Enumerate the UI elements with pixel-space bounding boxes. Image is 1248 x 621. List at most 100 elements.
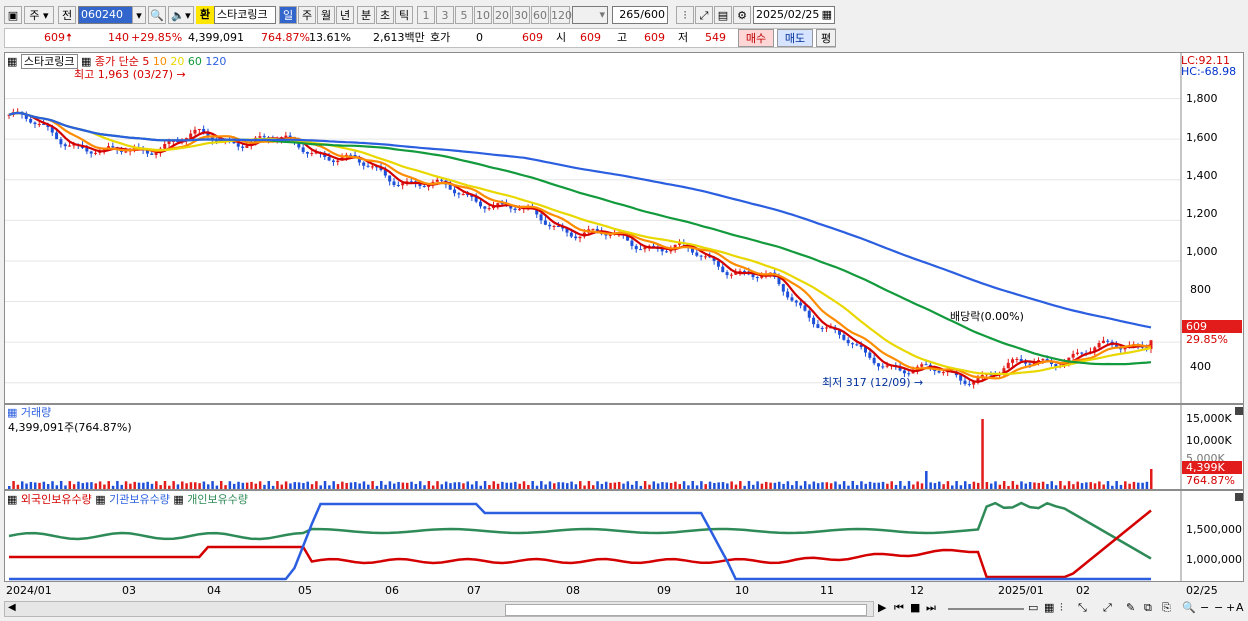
period-tab-minute[interactable]: 분 — [357, 6, 375, 24]
code-dropdown-icon[interactable]: ▾ — [132, 6, 146, 24]
volume-bar — [168, 485, 171, 489]
interval-20[interactable]: 20 — [493, 6, 511, 24]
tools-icon[interactable]: ⤡ — [1078, 601, 1087, 615]
interval-5[interactable]: 5 — [455, 6, 473, 24]
prev-button[interactable]: 전 — [58, 6, 76, 24]
volume-bar — [617, 481, 621, 489]
y-tick: 1,000 — [1186, 245, 1218, 258]
horizontal-scrollbar[interactable]: ◀ — [4, 601, 874, 617]
zoom-slider[interactable] — [948, 608, 1024, 610]
scroll-left-icon[interactable]: ◀ — [8, 602, 16, 613]
candle-body — [725, 272, 729, 276]
up-arrow-icon: 🠅 — [66, 31, 73, 44]
stock-name-field[interactable]: 스타코링크 — [214, 6, 276, 24]
x-label: 11 — [820, 584, 834, 597]
export-icon[interactable]: ⎘ — [1162, 601, 1171, 615]
period-tab-day[interactable]: 일 — [279, 6, 297, 24]
period-tab-second[interactable]: 초 — [376, 6, 394, 24]
candle-body — [33, 122, 37, 125]
volume-bar — [864, 483, 867, 489]
date-input[interactable]: 2025/02/25 ▦ — [753, 6, 835, 24]
play-icon[interactable]: ▶ — [878, 601, 886, 614]
volume-bar — [289, 483, 292, 489]
volume-bar — [55, 485, 59, 489]
fast-forward-icon[interactable]: ⏭ — [926, 601, 936, 615]
period-tab-week[interactable]: 주 — [298, 6, 316, 24]
candle-body — [699, 255, 703, 257]
volume-bar — [81, 483, 85, 489]
currency-badge[interactable]: 환 — [196, 6, 214, 24]
eval-button[interactable]: 평 — [816, 29, 836, 47]
search-icon[interactable]: 🔍 — [148, 6, 166, 24]
interval-60[interactable]: 60 — [531, 6, 549, 24]
sell-button[interactable]: 매도 — [777, 29, 813, 47]
price-chart-panel[interactable] — [4, 52, 1244, 405]
x-axis — [4, 582, 1244, 600]
font-size-icon[interactable]: A — [1236, 601, 1244, 614]
stop-icon[interactable]: ■ — [910, 601, 920, 614]
candle-body — [937, 371, 941, 373]
volume-bar — [777, 481, 781, 489]
market-type-label: 주 — [29, 9, 40, 22]
plus-icon[interactable]: + — [1226, 601, 1235, 614]
volume-bar — [1128, 483, 1131, 489]
draw-icon[interactable]: ⤢ — [1103, 601, 1112, 615]
window-icon[interactable]: ▣ — [4, 6, 22, 24]
candle-body — [695, 252, 699, 256]
hold-y-tick: 1,500,000 — [1186, 523, 1242, 536]
interval-120[interactable]: 120 — [550, 6, 572, 24]
candle-body — [941, 372, 945, 374]
grid-icon[interactable]: ▦ — [1044, 601, 1054, 614]
candle-body — [258, 136, 262, 138]
close-panel-icon[interactable] — [1235, 407, 1243, 415]
count-field[interactable]: 265/600 — [612, 6, 668, 24]
volume-bar — [85, 482, 89, 489]
buy-button[interactable]: 매수 — [738, 29, 774, 47]
count-total: /600 — [640, 8, 665, 21]
volume-bar — [630, 484, 634, 489]
close-panel-icon[interactable] — [1235, 493, 1243, 501]
volume-bar — [155, 481, 158, 489]
candle-icon[interactable]: ⫶ — [676, 6, 694, 24]
speaker-icon[interactable]: 🔈▾ — [168, 6, 194, 24]
minus-icon[interactable]: − — [1214, 601, 1223, 614]
candle-body — [1011, 359, 1015, 363]
period-tab-tick[interactable]: 틱 — [395, 6, 413, 24]
stock-code-input[interactable]: 060240 — [78, 6, 138, 24]
bars-icon[interactable]: ⫶ — [1060, 601, 1063, 615]
volume-bar — [38, 482, 41, 489]
calendar-icon: ▦ — [821, 8, 832, 21]
candle-body — [799, 302, 803, 306]
volume-bar — [903, 485, 906, 489]
chevron-down-icon: ▾ — [599, 8, 605, 21]
volume-bar — [1141, 482, 1144, 489]
period-tab-month[interactable]: 월 — [317, 6, 335, 24]
candle-body — [751, 274, 755, 278]
gear-icon[interactable]: ⚙ — [733, 6, 751, 24]
volume-bar — [241, 482, 245, 489]
trend-tool-icon[interactable]: ⤢ — [695, 6, 713, 24]
copy-icon[interactable]: ⧉ — [1144, 601, 1152, 615]
scroll-thumb[interactable] — [505, 604, 867, 616]
layout-icon[interactable]: ▭ — [1028, 601, 1038, 614]
candle-body — [820, 327, 824, 329]
save-icon[interactable]: ▤ — [714, 6, 732, 24]
volume-bar — [380, 481, 383, 489]
period-tab-year[interactable]: 년 — [336, 6, 354, 24]
interval-3[interactable]: 3 — [436, 6, 454, 24]
zoom-out-icon[interactable]: − — [1200, 601, 1209, 614]
zoom-search-icon[interactable]: 🔍 — [1182, 601, 1196, 614]
rewind-icon[interactable]: ⏮ — [894, 601, 904, 615]
interval-custom-select[interactable]: ▾ — [572, 6, 608, 24]
volume-panel[interactable] — [4, 404, 1244, 491]
interval-30[interactable]: 30 — [512, 6, 530, 24]
volume-bar — [834, 481, 837, 489]
edit-icon[interactable]: ✎ — [1126, 601, 1135, 614]
market-type-select[interactable]: 주 ▾ — [24, 6, 54, 24]
volume-bar — [955, 481, 958, 489]
volume-bar — [51, 481, 54, 489]
volume-bar — [1145, 481, 1149, 489]
interval-10[interactable]: 10 — [474, 6, 492, 24]
interval-1[interactable]: 1 — [417, 6, 435, 24]
x-label: 03 — [122, 584, 136, 597]
